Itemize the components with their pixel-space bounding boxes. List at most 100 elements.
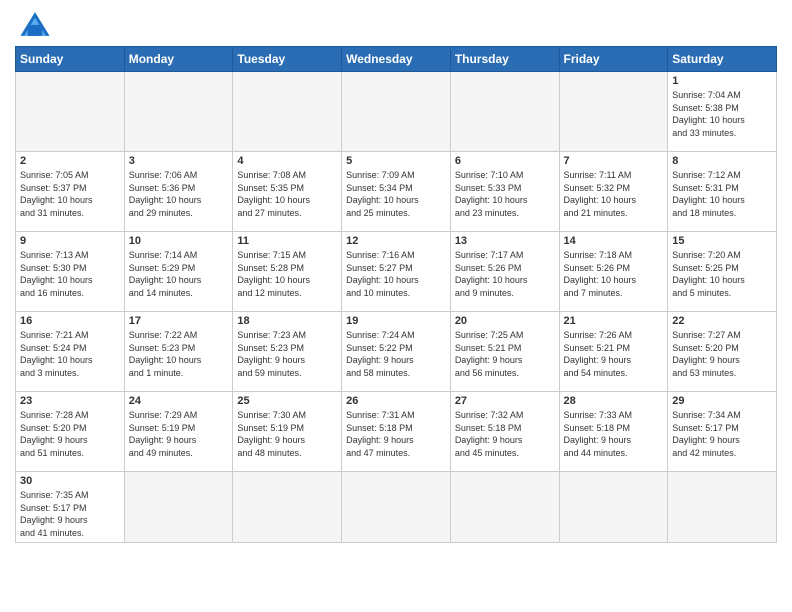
day-info: Sunrise: 7:24 AM Sunset: 5:22 PM Dayligh… bbox=[346, 329, 446, 379]
day-info: Sunrise: 7:05 AM Sunset: 5:37 PM Dayligh… bbox=[20, 169, 120, 219]
calendar-cell: 15Sunrise: 7:20 AM Sunset: 5:25 PM Dayli… bbox=[668, 232, 777, 312]
calendar-cell: 4 Sunrise: 7:08 AM Sunset: 5:35 PM Daylig… bbox=[233, 152, 342, 232]
day-number: 12 bbox=[346, 235, 446, 247]
day-number: 1 bbox=[672, 75, 772, 87]
day-number: 2 bbox=[20, 155, 120, 167]
day-info: Sunrise: 7:22 AM Sunset: 5:23 PM Dayligh… bbox=[129, 329, 229, 379]
calendar-cell: 24 Sunrise: 7:29 AM Sunset: 5:19 PM Dayli… bbox=[124, 392, 233, 472]
day-number: 15 bbox=[672, 235, 772, 247]
day-number: 17 bbox=[129, 315, 229, 327]
weekday-header-monday: Monday bbox=[124, 47, 233, 72]
day-info: Sunrise: 7:18 AM Sunset: 5:26 PM Dayligh… bbox=[564, 249, 664, 299]
calendar-cell: 28Sunrise: 7:33 AM Sunset: 5:18 PM Dayli… bbox=[559, 392, 668, 472]
day-number: 4 bbox=[237, 155, 337, 167]
calendar-cell: 25 Sunrise: 7:30 AM Sunset: 5:19 PM Dayli… bbox=[233, 392, 342, 472]
calendar-cell bbox=[233, 72, 342, 152]
day-info: Sunrise: 7:14 AM Sunset: 5:29 PM Dayligh… bbox=[129, 249, 229, 299]
calendar-week-5: 23Sunrise: 7:28 AM Sunset: 5:20 PM Dayli… bbox=[16, 392, 777, 472]
header bbox=[15, 10, 777, 38]
day-number: 6 bbox=[455, 155, 555, 167]
day-info: Sunrise: 7:34 AM Sunset: 5:17 PM Dayligh… bbox=[672, 409, 772, 459]
day-number: 3 bbox=[129, 155, 229, 167]
calendar-cell: 5Sunrise: 7:09 AM Sunset: 5:34 PM Daylig… bbox=[342, 152, 451, 232]
day-info: Sunrise: 7:23 AM Sunset: 5:23 PM Dayligh… bbox=[237, 329, 337, 379]
day-number: 26 bbox=[346, 395, 446, 407]
calendar-cell: 30Sunrise: 7:35 AM Sunset: 5:17 PM Dayli… bbox=[16, 472, 125, 543]
calendar-cell: 27Sunrise: 7:32 AM Sunset: 5:18 PM Dayli… bbox=[450, 392, 559, 472]
calendar-cell bbox=[124, 472, 233, 543]
day-number: 21 bbox=[564, 315, 664, 327]
calendar-cell: 29 Sunrise: 7:34 AM Sunset: 5:17 PM Dayli… bbox=[668, 392, 777, 472]
weekday-header-tuesday: Tuesday bbox=[233, 47, 342, 72]
day-number: 16 bbox=[20, 315, 120, 327]
day-info: Sunrise: 7:09 AM Sunset: 5:34 PM Dayligh… bbox=[346, 169, 446, 219]
day-info: Sunrise: 7:13 AM Sunset: 5:30 PM Dayligh… bbox=[20, 249, 120, 299]
calendar-week-1: 1 Sunrise: 7:04 AM Sunset: 5:38 PM Daylig… bbox=[16, 72, 777, 152]
day-number: 8 bbox=[672, 155, 772, 167]
calendar-cell bbox=[342, 72, 451, 152]
calendar-cell: 14 Sunrise: 7:18 AM Sunset: 5:26 PM Dayli… bbox=[559, 232, 668, 312]
calendar-cell bbox=[559, 72, 668, 152]
day-info: Sunrise: 7:06 AM Sunset: 5:36 PM Dayligh… bbox=[129, 169, 229, 219]
day-number: 24 bbox=[129, 395, 229, 407]
weekday-header-saturday: Saturday bbox=[668, 47, 777, 72]
day-number: 10 bbox=[129, 235, 229, 247]
day-number: 29 bbox=[672, 395, 772, 407]
day-info: Sunrise: 7:27 AM Sunset: 5:20 PM Dayligh… bbox=[672, 329, 772, 379]
calendar-table: SundayMondayTuesdayWednesdayThursdayFrid… bbox=[15, 46, 777, 543]
day-number: 27 bbox=[455, 395, 555, 407]
day-info: Sunrise: 7:35 AM Sunset: 5:17 PM Dayligh… bbox=[20, 489, 120, 539]
calendar-cell: 21Sunrise: 7:26 AM Sunset: 5:21 PM Dayli… bbox=[559, 312, 668, 392]
calendar-cell: 22 Sunrise: 7:27 AM Sunset: 5:20 PM Dayli… bbox=[668, 312, 777, 392]
calendar-cell: 3 Sunrise: 7:06 AM Sunset: 5:36 PM Daylig… bbox=[124, 152, 233, 232]
day-info: Sunrise: 7:30 AM Sunset: 5:19 PM Dayligh… bbox=[237, 409, 337, 459]
day-info: Sunrise: 7:29 AM Sunset: 5:19 PM Dayligh… bbox=[129, 409, 229, 459]
calendar-week-3: 9 Sunrise: 7:13 AM Sunset: 5:30 PM Daylig… bbox=[16, 232, 777, 312]
calendar-cell: 6 Sunrise: 7:10 AM Sunset: 5:33 PM Daylig… bbox=[450, 152, 559, 232]
calendar-page: SundayMondayTuesdayWednesdayThursdayFrid… bbox=[0, 0, 792, 558]
day-number: 23 bbox=[20, 395, 120, 407]
calendar-cell: 2 Sunrise: 7:05 AM Sunset: 5:37 PM Daylig… bbox=[16, 152, 125, 232]
day-info: Sunrise: 7:16 AM Sunset: 5:27 PM Dayligh… bbox=[346, 249, 446, 299]
day-info: Sunrise: 7:12 AM Sunset: 5:31 PM Dayligh… bbox=[672, 169, 772, 219]
day-number: 19 bbox=[346, 315, 446, 327]
calendar-week-4: 16 Sunrise: 7:21 AM Sunset: 5:24 PM Dayli… bbox=[16, 312, 777, 392]
day-info: Sunrise: 7:25 AM Sunset: 5:21 PM Dayligh… bbox=[455, 329, 555, 379]
calendar-cell: 19 Sunrise: 7:24 AM Sunset: 5:22 PM Dayli… bbox=[342, 312, 451, 392]
calendar-cell: 20 Sunrise: 7:25 AM Sunset: 5:21 PM Dayli… bbox=[450, 312, 559, 392]
calendar-cell: 17 Sunrise: 7:22 AM Sunset: 5:23 PM Dayli… bbox=[124, 312, 233, 392]
calendar-week-6: 30Sunrise: 7:35 AM Sunset: 5:17 PM Dayli… bbox=[16, 472, 777, 543]
weekday-header-row: SundayMondayTuesdayWednesdayThursdayFrid… bbox=[16, 47, 777, 72]
calendar-cell: 1 Sunrise: 7:04 AM Sunset: 5:38 PM Daylig… bbox=[668, 72, 777, 152]
day-number: 20 bbox=[455, 315, 555, 327]
day-number: 25 bbox=[237, 395, 337, 407]
day-number: 11 bbox=[237, 235, 337, 247]
weekday-header-wednesday: Wednesday bbox=[342, 47, 451, 72]
calendar-cell: 13Sunrise: 7:17 AM Sunset: 5:26 PM Dayli… bbox=[450, 232, 559, 312]
day-number: 7 bbox=[564, 155, 664, 167]
weekday-header-friday: Friday bbox=[559, 47, 668, 72]
calendar-cell bbox=[233, 472, 342, 543]
calendar-cell bbox=[124, 72, 233, 152]
calendar-cell bbox=[450, 72, 559, 152]
calendar-cell: 16 Sunrise: 7:21 AM Sunset: 5:24 PM Dayli… bbox=[16, 312, 125, 392]
day-info: Sunrise: 7:11 AM Sunset: 5:32 PM Dayligh… bbox=[564, 169, 664, 219]
day-info: Sunrise: 7:04 AM Sunset: 5:38 PM Dayligh… bbox=[672, 89, 772, 139]
day-number: 18 bbox=[237, 315, 337, 327]
day-number: 9 bbox=[20, 235, 120, 247]
day-info: Sunrise: 7:10 AM Sunset: 5:33 PM Dayligh… bbox=[455, 169, 555, 219]
calendar-cell: 12 Sunrise: 7:16 AM Sunset: 5:27 PM Dayli… bbox=[342, 232, 451, 312]
day-info: Sunrise: 7:31 AM Sunset: 5:18 PM Dayligh… bbox=[346, 409, 446, 459]
logo bbox=[15, 10, 59, 38]
calendar-cell bbox=[450, 472, 559, 543]
logo-icon bbox=[15, 10, 55, 38]
day-info: Sunrise: 7:21 AM Sunset: 5:24 PM Dayligh… bbox=[20, 329, 120, 379]
day-number: 22 bbox=[672, 315, 772, 327]
day-number: 28 bbox=[564, 395, 664, 407]
day-info: Sunrise: 7:08 AM Sunset: 5:35 PM Dayligh… bbox=[237, 169, 337, 219]
calendar-cell: 18 Sunrise: 7:23 AM Sunset: 5:23 PM Dayli… bbox=[233, 312, 342, 392]
calendar-cell bbox=[559, 472, 668, 543]
calendar-cell: 9 Sunrise: 7:13 AM Sunset: 5:30 PM Daylig… bbox=[16, 232, 125, 312]
day-info: Sunrise: 7:15 AM Sunset: 5:28 PM Dayligh… bbox=[237, 249, 337, 299]
day-number: 14 bbox=[564, 235, 664, 247]
